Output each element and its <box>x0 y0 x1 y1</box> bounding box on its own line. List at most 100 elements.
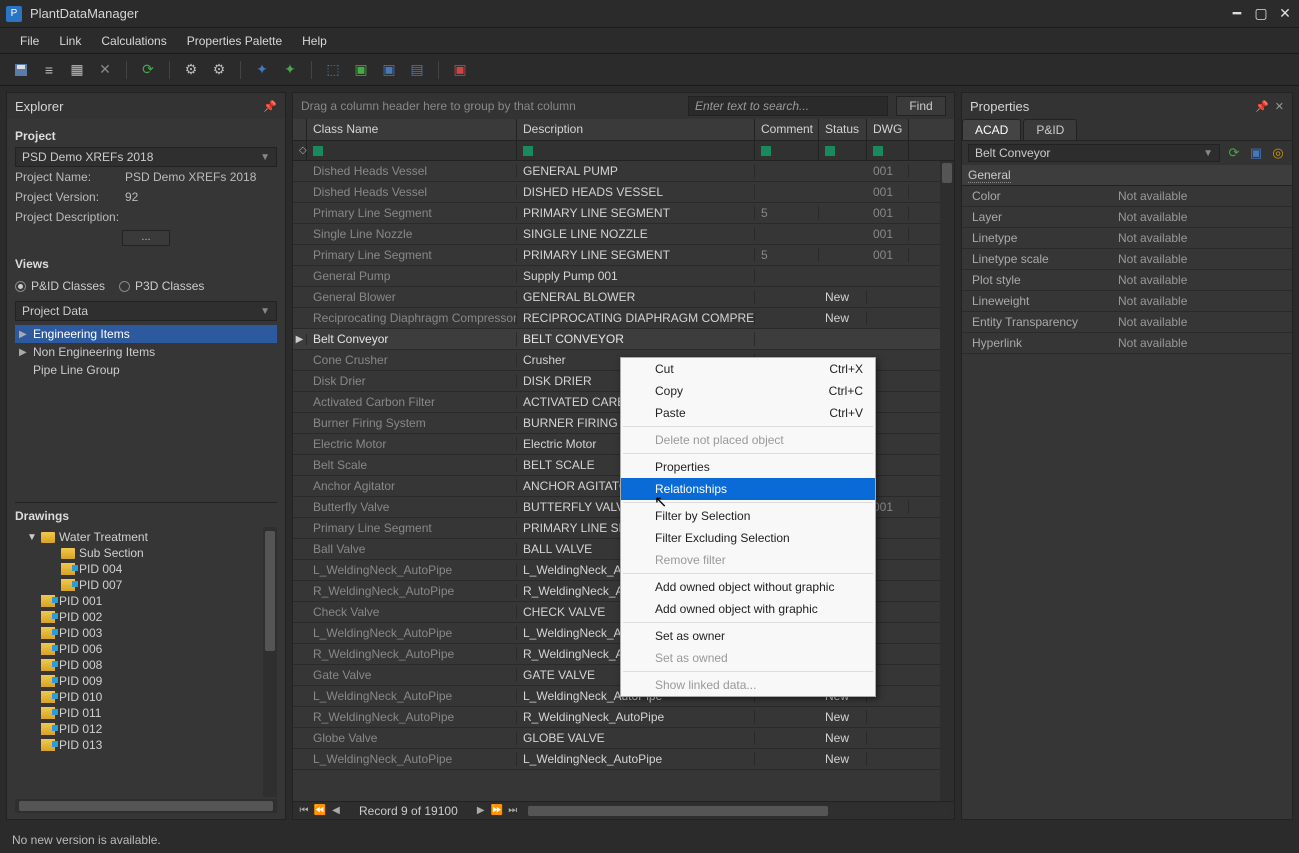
table-row[interactable]: Dished Heads VesselGENERAL PUMP001 <box>293 161 954 182</box>
save-icon[interactable] <box>10 59 32 81</box>
table-row[interactable]: Primary Line SegmentPRIMARY LINE SEGMENT… <box>293 203 954 224</box>
column-description[interactable]: Description <box>517 119 755 140</box>
export-icon[interactable]: ▣ <box>350 59 372 81</box>
property-row[interactable]: ColorNot available <box>962 186 1292 207</box>
column-comment[interactable]: Comment <box>755 119 819 140</box>
add-icon[interactable]: ✦ <box>251 59 273 81</box>
drawing-item[interactable]: PID 003 <box>21 625 277 641</box>
drawing-item[interactable]: PID 001 <box>21 593 277 609</box>
drawing-item[interactable]: PID 010 <box>21 689 277 705</box>
tree-item[interactable]: Pipe Line Group <box>15 361 277 379</box>
grid-v-scrollbar[interactable] <box>940 161 954 801</box>
nav-first-icon[interactable]: ⏮ <box>297 805 311 816</box>
drawing-item[interactable]: PID 002 <box>21 609 277 625</box>
table-row[interactable]: Reciprocating Diaphragm CompressorRECIPR… <box>293 308 954 329</box>
grid-icon[interactable]: ▦ <box>66 59 88 81</box>
find-next-icon[interactable]: ⚙ <box>208 59 230 81</box>
drawings-scrollbar[interactable] <box>263 527 277 797</box>
property-row[interactable]: Linetype scaleNot available <box>962 249 1292 270</box>
grid-h-scrollbar[interactable] <box>528 805 950 817</box>
radio-p3d-classes[interactable]: P3D Classes <box>119 279 204 293</box>
maximize-icon[interactable]: ▢ <box>1253 6 1269 22</box>
menu-link[interactable]: Link <box>49 30 91 52</box>
nav-prev-icon[interactable]: ◀ <box>329 805 343 816</box>
nav-last-icon[interactable]: ⏭ <box>506 805 520 816</box>
remove-icon[interactable]: ▣ <box>449 59 471 81</box>
context-menu-item[interactable]: CutCtrl+X <box>621 358 875 380</box>
properties-object-combo[interactable]: Belt Conveyor ▼ <box>968 144 1220 162</box>
properties-category[interactable]: General <box>962 165 1292 186</box>
table-row[interactable]: ▶Belt ConveyorBELT CONVEYOR <box>293 329 954 350</box>
link-icon[interactable]: ◎ <box>1270 145 1286 161</box>
filter-comment[interactable] <box>755 141 819 160</box>
close-panel-icon[interactable]: ✕ <box>1275 100 1284 113</box>
property-row[interactable]: LayerNot available <box>962 207 1292 228</box>
context-menu-item[interactable]: Set as owner <box>621 625 875 647</box>
find-button[interactable]: Find <box>896 96 946 116</box>
minimize-icon[interactable]: ━ <box>1229 6 1245 22</box>
context-menu-item[interactable]: Filter by Selection <box>621 505 875 527</box>
property-row[interactable]: Entity TransparencyNot available <box>962 312 1292 333</box>
radio-pid-classes[interactable]: P&ID Classes <box>15 279 105 293</box>
table-row[interactable]: Primary Line SegmentPRIMARY LINE SEGMENT… <box>293 245 954 266</box>
project-combo[interactable]: PSD Demo XREFs 2018 ▼ <box>15 147 277 167</box>
context-menu-item[interactable]: Relationships <box>621 478 875 500</box>
tab-acad[interactable]: ACAD <box>962 119 1021 140</box>
nav-prevpage-icon[interactable]: ⏪ <box>313 805 327 816</box>
context-menu-item[interactable]: Filter Excluding Selection <box>621 527 875 549</box>
filter-status[interactable] <box>819 141 867 160</box>
copy-icon[interactable]: ▣ <box>1248 145 1264 161</box>
nav-nextpage-icon[interactable]: ⏩ <box>490 805 504 816</box>
context-menu-item[interactable]: Add owned object with graphic <box>621 598 875 620</box>
drawing-item[interactable]: ▼Water Treatment <box>21 529 277 545</box>
close-icon[interactable]: ✕ <box>1277 6 1293 22</box>
pin-icon[interactable]: 📌 <box>263 100 277 113</box>
drawing-item[interactable]: PID 006 <box>21 641 277 657</box>
table-row[interactable]: General BlowerGENERAL BLOWERNew <box>293 287 954 308</box>
table-row[interactable]: R_WeldingNeck_AutoPipeR_WeldingNeck_Auto… <box>293 707 954 728</box>
select-icon[interactable]: ⬚ <box>322 59 344 81</box>
tab-pid[interactable]: P&ID <box>1023 119 1077 140</box>
tree-item[interactable]: ▶Engineering Items <box>15 325 277 343</box>
filter-class[interactable] <box>307 141 517 160</box>
drawing-item[interactable]: PID 011 <box>21 705 277 721</box>
table-row[interactable]: Single Line NozzleSINGLE LINE NOZZLE001 <box>293 224 954 245</box>
menu-file[interactable]: File <box>10 30 49 52</box>
list-icon[interactable]: ≡ <box>38 59 60 81</box>
context-menu-item[interactable]: CopyCtrl+C <box>621 380 875 402</box>
filter-desc[interactable] <box>517 141 755 160</box>
find-icon[interactable]: ⚙ <box>180 59 202 81</box>
context-menu-item[interactable]: Properties <box>621 456 875 478</box>
nav-next-icon[interactable]: ▶ <box>474 805 488 816</box>
refresh-icon[interactable]: ⟳ <box>1226 145 1242 161</box>
column-status[interactable]: Status <box>819 119 867 140</box>
table-row[interactable]: General PumpSupply Pump 001 <box>293 266 954 287</box>
filter-dwg[interactable] <box>867 141 909 160</box>
tree-item[interactable]: ▶Non Engineering Items <box>15 343 277 361</box>
table-row[interactable]: Dished Heads VesselDISHED HEADS VESSEL00… <box>293 182 954 203</box>
project-desc-button[interactable]: ... <box>122 230 170 246</box>
add-plus-icon[interactable]: ✦ <box>279 59 301 81</box>
data-combo[interactable]: Project Data ▼ <box>15 301 277 321</box>
menu-help[interactable]: Help <box>292 30 337 52</box>
drawing-item[interactable]: Sub Section <box>21 545 277 561</box>
menu-properties-palette[interactable]: Properties Palette <box>177 30 292 52</box>
property-row[interactable]: LinetypeNot available <box>962 228 1292 249</box>
property-row[interactable]: HyperlinkNot available <box>962 333 1292 354</box>
refresh-icon[interactable]: ⟳ <box>137 59 159 81</box>
table-row[interactable]: Globe ValveGLOBE VALVENew <box>293 728 954 749</box>
context-menu-item[interactable]: Add owned object without graphic <box>621 576 875 598</box>
pin-icon[interactable]: 📌 <box>1255 100 1269 113</box>
search-input[interactable]: Enter text to search... <box>688 96 888 116</box>
column-class-name[interactable]: Class Name <box>307 119 517 140</box>
delete-icon[interactable]: ✕ <box>94 59 116 81</box>
drawing-item[interactable]: PID 007 <box>21 577 277 593</box>
column-dwg[interactable]: DWG ... <box>867 119 909 140</box>
drawing-item[interactable]: PID 008 <box>21 657 277 673</box>
drawing-item[interactable]: PID 013 <box>21 737 277 753</box>
context-menu-item[interactable]: PasteCtrl+V <box>621 402 875 424</box>
table-row[interactable]: L_WeldingNeck_AutoPipeL_WeldingNeck_Auto… <box>293 749 954 770</box>
property-row[interactable]: Plot styleNot available <box>962 270 1292 291</box>
property-row[interactable]: LineweightNot available <box>962 291 1292 312</box>
drawing-item[interactable]: PID 004 <box>21 561 277 577</box>
